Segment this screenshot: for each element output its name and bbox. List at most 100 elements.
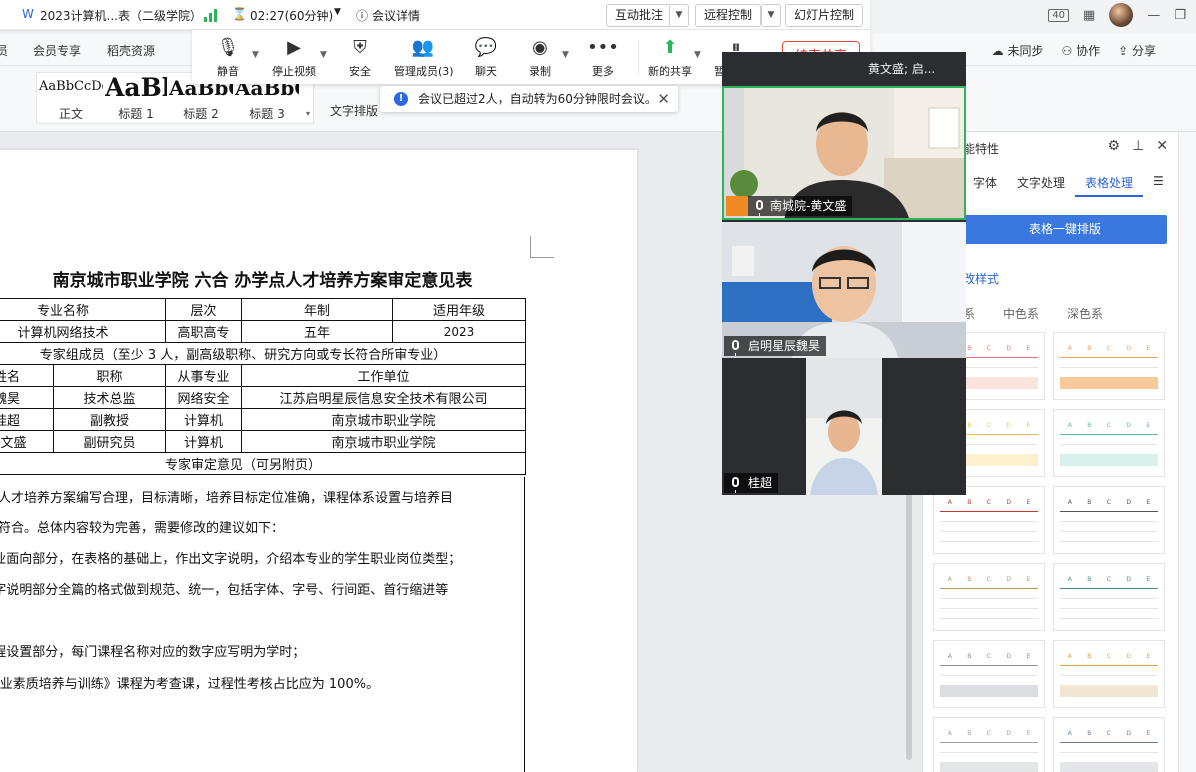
video-tile[interactable]: 桂超 xyxy=(722,358,966,495)
document-title: 南京城市职业学院 六合 办学点人才培养方案审定意见表 xyxy=(52,271,473,291)
interactive-annotation-button[interactable]: 互动批注 xyxy=(606,4,673,27)
thumbnail-rule xyxy=(1060,665,1158,666)
close-icon[interactable]: ✕ xyxy=(657,86,670,112)
modify-style-link[interactable]: 改样式 xyxy=(963,270,999,287)
review-form-table: 专业名称 层次 年制 适用年级 计算机网络技术 高职高专 五年 2023 专家组… xyxy=(0,298,526,475)
menu-item-docer[interactable]: 稻壳资源 xyxy=(107,42,155,59)
settings-icon[interactable]: ⚙ xyxy=(1108,138,1121,154)
thumbnail-header: A B C D E xyxy=(940,572,1038,586)
thumbnail-rule xyxy=(940,665,1038,666)
slide-control-button[interactable]: 幻灯片控制 xyxy=(785,4,864,27)
table-style-thumbnail[interactable]: A B C D E xyxy=(933,717,1045,772)
chevron-down-icon[interactable]: ▼ xyxy=(562,50,569,60)
thumbnail-rule xyxy=(940,675,1038,676)
thumbnail-rule xyxy=(940,608,1038,609)
record-icon: ◉ xyxy=(532,37,548,58)
share-icon: ⬆ xyxy=(662,37,678,58)
table-cell: 专业名称 xyxy=(0,298,166,321)
table-cell: 2023 xyxy=(392,320,526,343)
table-style-thumbnail[interactable]: A B C D E xyxy=(1053,563,1165,631)
timer-caret-icon[interactable]: ▼ xyxy=(334,7,341,17)
table-style-thumbnail[interactable]: A B C D E xyxy=(933,640,1045,708)
close-icon[interactable]: ✕ xyxy=(1156,138,1168,154)
table-cell: 魏昊 xyxy=(0,386,54,409)
participant-name: 南城院-黄文盛 xyxy=(748,196,853,216)
video-tile[interactable]: 启明星辰魏昊 xyxy=(722,222,966,358)
table-style-thumbnail[interactable]: A B C D E xyxy=(1053,640,1165,708)
chevron-down-icon[interactable]: ▼ xyxy=(694,50,701,60)
gallery-more-icon[interactable]: ▾ xyxy=(306,109,310,118)
style-normal[interactable]: AaBbCcDd 正文 xyxy=(39,73,103,125)
window-controls: 40 ▦ — ❐ xyxy=(1048,0,1196,30)
meeting-details-link[interactable]: 会议详情 xyxy=(372,7,420,24)
thumbnail-letter: E xyxy=(1026,652,1031,660)
menu-icon[interactable]: ☰ xyxy=(1143,170,1174,197)
user-avatar[interactable] xyxy=(1109,3,1134,27)
new-share-button[interactable]: ⬆ 新的共享 xyxy=(642,36,698,79)
thumbnail-rule xyxy=(1060,444,1158,445)
more-button[interactable]: ••• 更多 xyxy=(575,36,631,79)
panel-title[interactable]: 能特性 xyxy=(963,140,999,157)
table-style-thumbnail[interactable]: A B C D E xyxy=(1053,717,1165,772)
doc-tab-title[interactable]: 2023计算机...表（二级学院） xyxy=(40,7,202,24)
stop-video-button[interactable]: ▶ 停止视频 xyxy=(266,36,322,79)
badge-40-icon[interactable]: 40 xyxy=(1048,8,1070,22)
shield-icon: ⛨ xyxy=(353,37,367,58)
record-button[interactable]: ◉ 录制 xyxy=(512,36,568,79)
table-row: 专家审定意见（可另附页） xyxy=(0,452,526,475)
series-medium[interactable]: 中色系 xyxy=(1003,305,1039,322)
tab-font[interactable]: 字体 xyxy=(963,170,1007,197)
table-style-thumbnail[interactable]: A B C D E xyxy=(933,563,1045,631)
tab-text-processing[interactable]: 文字处理 xyxy=(1007,170,1075,197)
thumbnail-letter: D xyxy=(1006,575,1012,583)
color-series-tabs: 系 中色系 深色系 xyxy=(963,305,1103,322)
style-label: 标题 1 xyxy=(118,107,154,121)
menu-item-member[interactable]: 员 xyxy=(0,42,8,59)
collab-button[interactable]: ⚇ 协作 xyxy=(1062,42,1101,59)
meeting-timer: 02:27(60分钟) xyxy=(250,9,334,23)
style-sample: AaBl xyxy=(105,73,167,102)
table-cell: 江苏启明星辰信息安全技术有限公司 xyxy=(241,386,526,409)
share-button[interactable]: ⇪ 分享 xyxy=(1118,42,1156,59)
mute-button[interactable]: 🎙 静音 xyxy=(200,36,256,79)
mute-label: 静音 xyxy=(217,65,239,78)
signal-icon xyxy=(204,9,220,22)
video-tile-speaker[interactable]: 南城院-黄文盛 xyxy=(722,86,966,220)
table-cell: 年制 xyxy=(241,298,393,321)
tab-table-processing[interactable]: 表格处理 xyxy=(1075,170,1144,197)
thumbnail-letter: B xyxy=(1087,575,1092,583)
video-gallery: 黄文盛; 启... 南城院-黄文盛 启明星辰魏昊 桂超 xyxy=(722,52,966,495)
sync-status[interactable]: ☁ 未同步 xyxy=(992,42,1044,59)
chat-button[interactable]: 💬 聊天 xyxy=(458,36,514,79)
restore-icon[interactable]: ❐ xyxy=(1174,8,1186,23)
meeting-status-bar: W 2023计算机...表（二级学院） ⌛ 02:27(60分钟) ▼ ⓘ 会议… xyxy=(0,0,870,30)
minimize-icon[interactable]: — xyxy=(1147,8,1160,23)
chevron-down-icon[interactable]: ▼ xyxy=(669,4,689,27)
table-cell: 南京城市职业学院 xyxy=(241,408,526,431)
thumbnail-letter: B xyxy=(1087,498,1092,506)
style-heading-1[interactable]: AaBl 标题 1 xyxy=(105,73,167,125)
opinion-line: 1、职业面向部分，在表格的基础上，作出文字说明，介绍本专业的学生职业岗位类型； xyxy=(0,552,462,567)
chevron-down-icon[interactable]: ▼ xyxy=(761,4,781,27)
thumbnail-letter: E xyxy=(1146,421,1151,429)
manage-members-button[interactable]: 👥 管理成员(3) xyxy=(394,36,454,79)
pin-icon[interactable]: ⊥ xyxy=(1132,138,1144,154)
text-layout-button[interactable]: 文字排版 xyxy=(330,102,378,119)
thumbnail-letter: B xyxy=(1087,729,1092,737)
table-style-thumbnail[interactable]: A B C D E xyxy=(1053,486,1165,554)
table-style-thumbnail[interactable]: A B C D E xyxy=(1053,409,1165,477)
chevron-down-icon[interactable]: ▼ xyxy=(320,50,327,60)
one-key-format-button[interactable]: 表格一键排版 xyxy=(963,215,1167,244)
thumbnail-letter: E xyxy=(1146,729,1151,737)
table-cell: 姓名 xyxy=(0,364,54,387)
thumbnail-rule xyxy=(940,521,1038,522)
security-button[interactable]: ⛨ 安全 xyxy=(332,36,388,79)
grid-icon[interactable]: ▦ xyxy=(1083,8,1095,23)
menu-item-member-exclusive[interactable]: 会员专享 xyxy=(33,42,81,59)
remote-control-button[interactable]: 远程控制 xyxy=(695,4,762,27)
chevron-down-icon[interactable]: ▼ xyxy=(252,50,259,60)
table-style-thumbnail[interactable]: A B C D E xyxy=(1053,332,1165,400)
table-style-thumbnail[interactable]: A B C D E xyxy=(933,486,1045,554)
thumbnail-letter: A xyxy=(1067,344,1072,352)
series-dark[interactable]: 深色系 xyxy=(1067,305,1103,322)
